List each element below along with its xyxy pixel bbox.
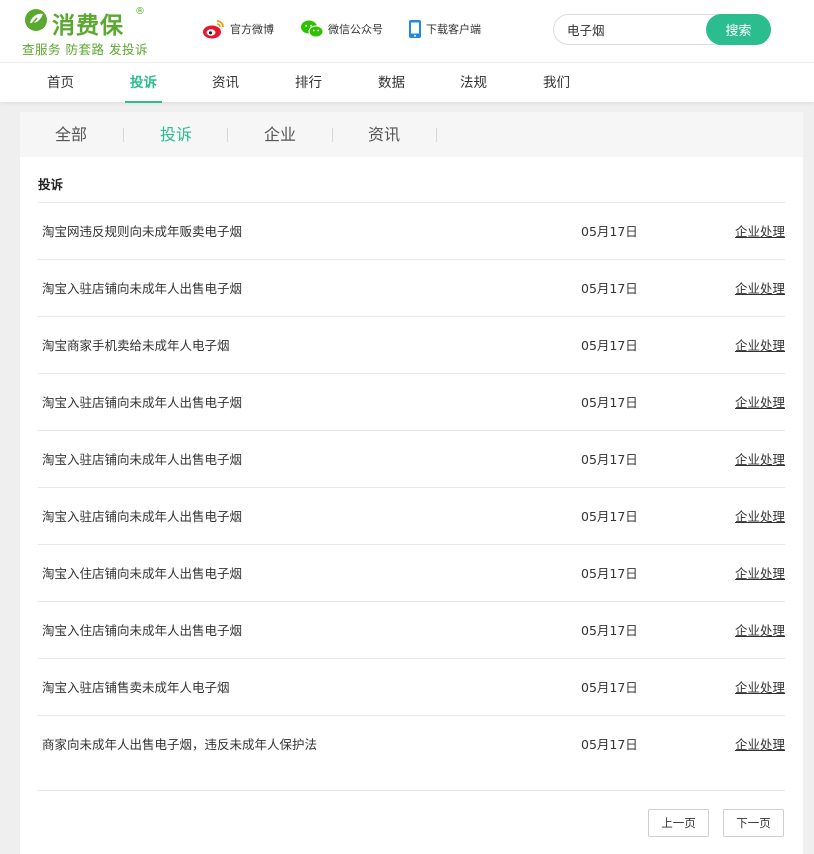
complaint-status[interactable]: 企业处理 (735, 602, 785, 659)
nav-item-home[interactable]: 首页 (47, 63, 74, 103)
wechat-icon (301, 20, 324, 38)
site-logo[interactable]: 消费保 ® 查服务 防套路 发投诉 (22, 4, 157, 59)
nav-item-data[interactable]: 数据 (378, 63, 405, 103)
search-box: 搜索 (553, 14, 771, 45)
complaint-row[interactable]: 淘宝入驻店铺售卖未成年人电子烟 05月17日 企业处理 (38, 658, 785, 715)
search-input[interactable] (567, 20, 702, 39)
complaint-row[interactable]: 淘宝入驻店铺向未成年人出售电子烟 05月17日 企业处理 (38, 430, 785, 487)
site-header: 消费保 ® 查服务 防套路 发投诉 官方微博 微信公众号 下载客户端 电子烟 搜… (0, 0, 814, 62)
complaint-date: 05月17日 (581, 680, 638, 695)
complaint-row[interactable]: 淘宝入驻店铺向未成年人出售电子烟 05月17日 企业处理 (38, 487, 785, 544)
complaint-date: 05月17日 (581, 224, 638, 239)
complaint-status[interactable]: 企业处理 (735, 260, 785, 317)
complaint-date: 05月17日 (581, 452, 638, 467)
tab-divider (227, 128, 228, 142)
section-title: 投诉 (38, 177, 64, 192)
tab-divider (436, 128, 437, 142)
complaint-date: 05月17日 (581, 395, 638, 410)
next-page-button[interactable]: 下一页 (723, 809, 784, 837)
nav-item-label: 首页 (47, 75, 74, 91)
header-link-label: 微信公众号 (328, 23, 383, 36)
complaint-row[interactable]: 淘宝入住店铺向未成年人出售电子烟 05月17日 企业处理 (38, 544, 785, 601)
nav-item-complaints[interactable]: 投诉 (125, 63, 162, 103)
tab-all[interactable]: 全部 (55, 112, 87, 157)
header-link-weibo[interactable]: 官方微博 (202, 18, 274, 40)
complaint-date: 05月17日 (581, 281, 638, 296)
complaint-title[interactable]: 淘宝入驻店铺向未成年人出售电子烟 (42, 260, 242, 317)
complaint-status[interactable]: 企业处理 (735, 374, 785, 431)
complaint-row[interactable]: 淘宝入住店铺向未成年人出售电子烟 05月17日 企业处理 (38, 601, 785, 658)
complaint-title[interactable]: 淘宝入驻店铺售卖未成年人电子烟 (42, 659, 230, 716)
complaint-status[interactable]: 企业处理 (735, 488, 785, 545)
weibo-icon (203, 20, 224, 39)
tab-divider (332, 128, 333, 142)
nav-item-news[interactable]: 资讯 (212, 63, 239, 103)
nav-item-label: 法规 (460, 75, 487, 91)
mobile-phone-icon (409, 20, 421, 38)
list-divider (38, 790, 785, 791)
complaint-title[interactable]: 淘宝入驻店铺向未成年人出售电子烟 (42, 374, 242, 431)
complaint-title[interactable]: 淘宝商家手机卖给未成年人电子烟 (42, 317, 230, 374)
complaint-row[interactable]: 淘宝入驻店铺向未成年人出售电子烟 05月17日 企业处理 (38, 259, 785, 316)
nav-item-about-us[interactable]: 我们 (543, 63, 570, 103)
complaint-status[interactable]: 企业处理 (735, 716, 785, 773)
nav-item-ranking[interactable]: 排行 (295, 63, 322, 103)
header-link-label: 下载客户端 (426, 23, 481, 36)
complaint-date: 05月17日 (581, 623, 638, 638)
result-type-tabs: 全部 投诉 企业 资讯 (20, 112, 803, 157)
nav-item-label: 资讯 (212, 75, 239, 91)
header-link-label: 官方微博 (230, 23, 274, 36)
registered-mark: ® (135, 6, 145, 17)
header-link-wechat[interactable]: 微信公众号 (300, 18, 383, 40)
tab-complaints[interactable]: 投诉 (160, 112, 192, 157)
complaint-status[interactable]: 企业处理 (735, 431, 785, 488)
nav-item-label: 数据 (378, 75, 405, 91)
complaint-title[interactable]: 淘宝入住店铺向未成年人出售电子烟 (42, 602, 242, 659)
complaint-row[interactable]: 商家向未成年人出售电子烟，违反未成年人保护法 05月17日 企业处理 (38, 715, 785, 772)
logo-slogan: 查服务 防套路 发投诉 (22, 42, 148, 57)
complaint-list: 淘宝网违反规则向未成年贩卖电子烟 05月17日 企业处理 淘宝入驻店铺向未成年人… (38, 202, 785, 772)
tab-companies[interactable]: 企业 (264, 112, 296, 157)
complaint-row[interactable]: 淘宝商家手机卖给未成年人电子烟 05月17日 企业处理 (38, 316, 785, 373)
complaint-status[interactable]: 企业处理 (735, 659, 785, 716)
active-nav-indicator (125, 101, 162, 103)
complaint-title[interactable]: 淘宝入驻店铺向未成年人出售电子烟 (42, 488, 242, 545)
complaint-status[interactable]: 企业处理 (735, 317, 785, 374)
logo-leaf-icon (25, 9, 47, 31)
complaint-date: 05月17日 (581, 509, 638, 524)
tab-divider (123, 128, 124, 142)
prev-page-button[interactable]: 上一页 (648, 809, 709, 837)
complaint-title[interactable]: 商家向未成年人出售电子烟，违反未成年人保护法 (42, 716, 317, 773)
nav-item-label: 投诉 (130, 75, 157, 91)
complaint-date: 05月17日 (581, 338, 638, 353)
nav-item-regulations[interactable]: 法规 (460, 63, 487, 103)
search-results-panel: 全部 投诉 企业 资讯 投诉 淘宝网违反规则向未成年贩卖电子烟 05月17日 企… (20, 112, 803, 854)
search-button[interactable]: 搜索 (706, 14, 771, 45)
tab-news[interactable]: 资讯 (368, 112, 400, 157)
logo-title: 消费保 (52, 13, 124, 39)
nav-item-label: 我们 (543, 75, 570, 91)
complaint-status[interactable]: 企业处理 (735, 545, 785, 602)
complaint-date: 05月17日 (581, 737, 638, 752)
complaint-row[interactable]: 淘宝网违反规则向未成年贩卖电子烟 05月17日 企业处理 (38, 202, 785, 259)
complaint-title[interactable]: 淘宝入住店铺向未成年人出售电子烟 (42, 545, 242, 602)
main-nav: 首页 投诉 资讯 排行 数据 法规 我们 (0, 62, 814, 103)
complaint-status[interactable]: 企业处理 (735, 203, 785, 260)
header-link-download-app[interactable]: 下载客户端 (408, 18, 481, 40)
nav-item-label: 排行 (295, 75, 322, 91)
complaint-row[interactable]: 淘宝入驻店铺向未成年人出售电子烟 05月17日 企业处理 (38, 373, 785, 430)
complaint-title[interactable]: 淘宝入驻店铺向未成年人出售电子烟 (42, 431, 242, 488)
complaint-date: 05月17日 (581, 566, 638, 581)
complaint-title[interactable]: 淘宝网违反规则向未成年贩卖电子烟 (42, 203, 242, 260)
